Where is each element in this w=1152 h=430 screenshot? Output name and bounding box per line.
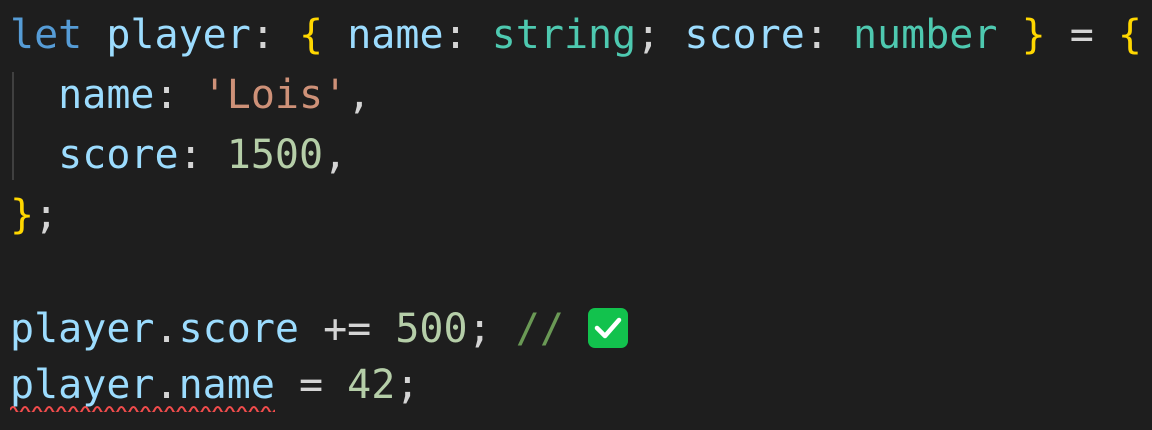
string-value: 'Lois' xyxy=(202,72,348,118)
brace-open: { xyxy=(1117,12,1142,58)
semicolon: ; xyxy=(636,12,685,58)
error-region[interactable]: player.name xyxy=(10,356,275,414)
variable-player: player xyxy=(10,306,155,352)
brace-open: { xyxy=(299,12,324,58)
comma: , xyxy=(347,72,372,118)
semicolon: ; xyxy=(467,306,492,352)
plus-assign-operator: += xyxy=(299,306,396,352)
number-value: 1500 xyxy=(226,132,324,178)
colon: : xyxy=(250,12,300,58)
variable-player: player xyxy=(106,12,251,58)
number-value: 42 xyxy=(347,362,396,408)
colon: : xyxy=(804,12,853,58)
colon: : xyxy=(178,132,227,178)
type-prop-score: score xyxy=(684,12,805,58)
brace-close: } xyxy=(1021,12,1046,58)
type-prop-name: name xyxy=(347,12,444,58)
type-number: number xyxy=(852,12,998,58)
prop-name: name xyxy=(178,362,275,408)
colon: : xyxy=(154,72,203,118)
comment: // xyxy=(491,306,589,352)
check-mark-icon xyxy=(588,308,629,348)
code-line-3[interactable]: score: 1500, xyxy=(10,126,347,184)
assign-operator: = xyxy=(274,362,348,408)
prop-name: name xyxy=(58,72,155,118)
semicolon: ; xyxy=(34,192,59,238)
code-line-7[interactable]: player.name = 42; xyxy=(10,356,419,414)
code-editor[interactable]: let player: { name: string; score: numbe… xyxy=(0,0,1152,430)
variable-player: player xyxy=(10,362,155,408)
assign-operator: = xyxy=(1045,12,1118,58)
code-line-2[interactable]: name: 'Lois', xyxy=(10,66,371,124)
dot: . xyxy=(154,362,179,408)
colon: : xyxy=(443,12,492,58)
semicolon: ; xyxy=(395,362,420,408)
code-line-1[interactable]: let player: { name: string; score: numbe… xyxy=(10,6,1142,64)
comma: , xyxy=(323,132,348,178)
dot: . xyxy=(154,306,179,352)
error-squiggle xyxy=(10,406,275,412)
code-line-6[interactable]: player.score += 500; // xyxy=(10,300,629,358)
type-string: string xyxy=(491,12,637,58)
brace-close: } xyxy=(10,192,35,238)
keyword-let: let xyxy=(10,12,83,58)
number-value: 500 xyxy=(395,306,468,352)
prop-score: score xyxy=(58,132,179,178)
prop-score: score xyxy=(178,306,300,352)
code-line-4[interactable]: }; xyxy=(10,186,58,244)
